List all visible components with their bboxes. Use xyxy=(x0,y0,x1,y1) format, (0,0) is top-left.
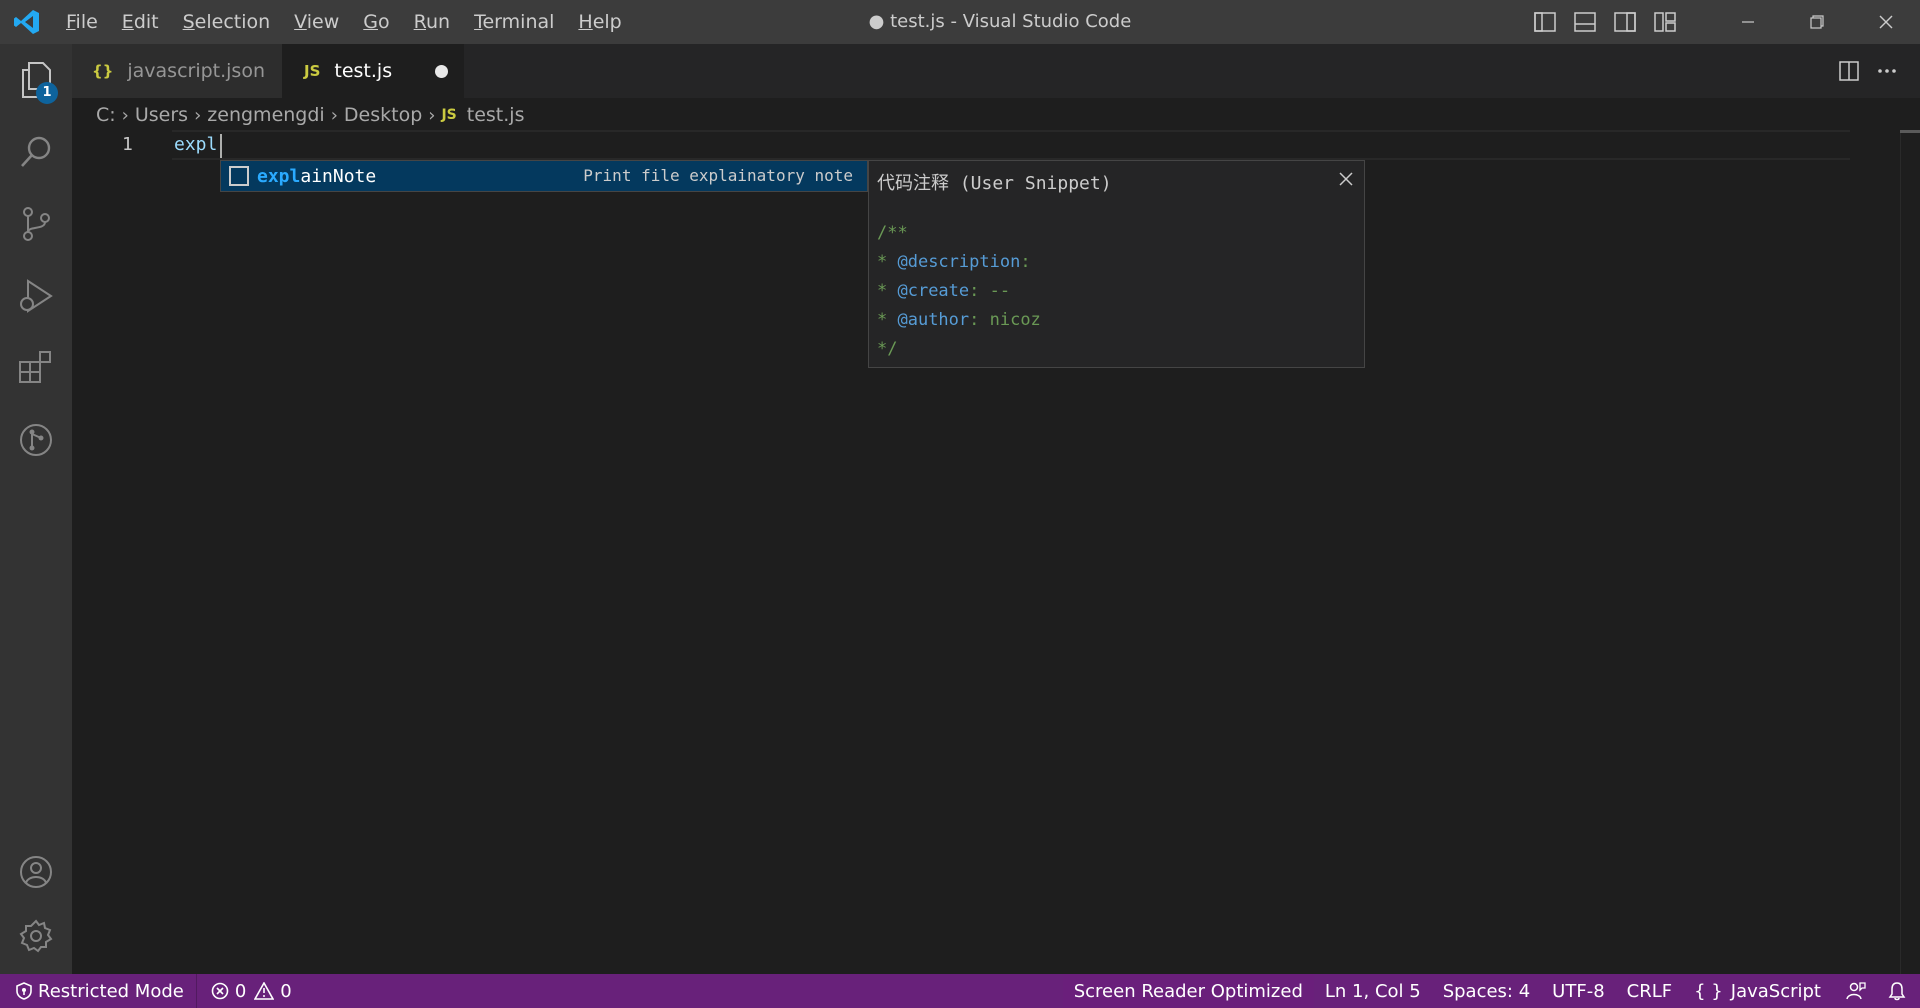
status-bar-right: Screen Reader Optimized Ln 1, Col 5 Spac… xyxy=(1062,974,1920,1008)
js-file-icon: JS xyxy=(304,62,321,80)
editor-actions xyxy=(1830,44,1920,98)
language-label: JavaScript xyxy=(1730,980,1821,1002)
extensions-icon[interactable] xyxy=(0,332,72,404)
menu-selection[interactable]: Selection xyxy=(171,0,283,44)
window-title: ● test.js - Visual Studio Code xyxy=(868,11,1132,32)
close-icon[interactable] xyxy=(1336,169,1356,189)
suggest-detail: Print file explainatory note xyxy=(583,166,853,185)
unsaved-dot-icon[interactable] xyxy=(435,65,448,78)
snippet-line: /** xyxy=(877,223,908,243)
menu-file[interactable]: File xyxy=(54,0,110,44)
activity-bar: 1 xyxy=(0,44,72,974)
notifications-bell-icon[interactable] xyxy=(1880,974,1920,1008)
title-controls xyxy=(1525,0,1920,44)
warning-count: 0 xyxy=(280,980,292,1002)
suggest-details-panel: 代码注释 (User Snippet) /** * @description: … xyxy=(868,160,1365,368)
breadcrumb-item[interactable]: Users xyxy=(135,104,188,126)
source-control-icon[interactable] xyxy=(0,188,72,260)
restricted-mode-indicator[interactable]: Restricted Mode xyxy=(0,974,197,1008)
toggle-primary-sidebar-icon[interactable] xyxy=(1525,0,1565,44)
details-title: 代码注释 (User Snippet) xyxy=(877,173,1112,194)
suggest-item-explainnote[interactable]: explainNote Print file explainatory note xyxy=(221,161,867,191)
shield-icon xyxy=(16,982,32,1000)
menu-view[interactable]: View xyxy=(282,0,351,44)
breadcrumb-item[interactable]: Desktop xyxy=(344,104,422,126)
tab-javascript-json[interactable]: {} javascript.json xyxy=(72,44,282,98)
suggest-widget: explainNote Print file explainatory note xyxy=(220,160,868,192)
snippet-line: */ xyxy=(877,339,898,359)
snippet-line: * @author: nicoz xyxy=(877,310,1041,330)
menu-go[interactable]: Go xyxy=(351,0,401,44)
restricted-mode-label: Restricted Mode xyxy=(38,980,184,1002)
menu-terminal[interactable]: Terminal xyxy=(462,0,566,44)
snippet-line: * @description: xyxy=(877,252,1031,272)
customize-layout-icon[interactable] xyxy=(1645,0,1685,44)
indentation[interactable]: Spaces: 4 xyxy=(1432,974,1541,1008)
cursor-position[interactable]: Ln 1, Col 5 xyxy=(1314,974,1432,1008)
breadcrumb-file[interactable]: JS test.js xyxy=(441,104,524,126)
tab-label: test.js xyxy=(334,60,393,82)
vertical-scrollbar[interactable] xyxy=(1900,130,1920,974)
problems-indicator[interactable]: 0 0 xyxy=(197,974,306,1008)
chevron-right-icon: › xyxy=(428,104,436,126)
suggest-label: explainNote xyxy=(257,165,377,187)
encoding[interactable]: UTF-8 xyxy=(1541,974,1615,1008)
code-line[interactable]: expl xyxy=(174,130,217,160)
end-of-line[interactable]: CRLF xyxy=(1616,974,1683,1008)
toggle-panel-icon[interactable] xyxy=(1565,0,1605,44)
screen-reader-mode[interactable]: Screen Reader Optimized xyxy=(1062,974,1314,1008)
breadcrumb-file-label: test.js xyxy=(466,104,525,126)
json-file-icon: {} xyxy=(92,62,114,80)
split-editor-icon[interactable] xyxy=(1830,44,1868,98)
manage-gear-icon[interactable] xyxy=(0,900,72,972)
close-window-icon[interactable] xyxy=(1851,0,1920,44)
chevron-right-icon: › xyxy=(330,104,338,126)
toggle-secondary-sidebar-icon[interactable] xyxy=(1605,0,1645,44)
vscode-logo-icon xyxy=(0,0,54,44)
breadcrumb: C: › Users › zengmengdi › Desktop › JS t… xyxy=(96,100,524,130)
warning-icon xyxy=(254,982,275,1000)
chevron-right-icon: › xyxy=(194,104,202,126)
run-debug-icon[interactable] xyxy=(0,260,72,332)
snippet-preview: /** * @description: * @create: -- * @aut… xyxy=(877,219,1041,364)
menu-bar: File Edit Selection View Go Run Terminal… xyxy=(54,0,634,44)
restore-icon[interactable] xyxy=(1782,0,1851,44)
js-file-icon: JS xyxy=(441,107,457,123)
menu-help[interactable]: Help xyxy=(566,0,633,44)
snippet-icon xyxy=(229,166,249,186)
tab-test-js[interactable]: JS test.js xyxy=(282,44,464,98)
text-cursor xyxy=(220,134,222,158)
breadcrumb-item[interactable]: zengmengdi xyxy=(207,104,324,126)
language-mode[interactable]: { } JavaScript xyxy=(1683,974,1832,1008)
explorer-icon[interactable]: 1 xyxy=(0,44,72,116)
menu-run[interactable]: Run xyxy=(402,0,462,44)
more-actions-icon[interactable] xyxy=(1868,44,1906,98)
feedback-icon[interactable] xyxy=(1832,974,1880,1008)
chevron-right-icon: › xyxy=(121,104,129,126)
line-number: 1 xyxy=(122,134,133,155)
breadcrumb-item[interactable]: C: xyxy=(96,104,116,126)
title-bar: File Edit Selection View Go Run Terminal… xyxy=(0,0,1920,44)
menu-edit[interactable]: Edit xyxy=(110,0,171,44)
current-line-highlight xyxy=(172,130,1850,160)
status-bar: Restricted Mode 0 0 Screen Reader Optimi… xyxy=(0,974,1920,1008)
snippet-line: * @create: -- xyxy=(877,281,1011,301)
accounts-icon[interactable] xyxy=(0,836,72,908)
explorer-badge: 1 xyxy=(36,82,58,104)
search-icon[interactable] xyxy=(0,116,72,188)
scrollbar-thumb[interactable] xyxy=(1900,130,1920,133)
tab-label: javascript.json xyxy=(127,60,265,82)
braces-icon: { } xyxy=(1694,980,1723,1002)
git-graph-icon[interactable] xyxy=(0,404,72,476)
tab-bar: {} javascript.json JS test.js xyxy=(72,44,1920,98)
error-icon xyxy=(211,982,229,1000)
error-count: 0 xyxy=(234,980,247,1002)
minimize-icon[interactable] xyxy=(1713,0,1782,44)
